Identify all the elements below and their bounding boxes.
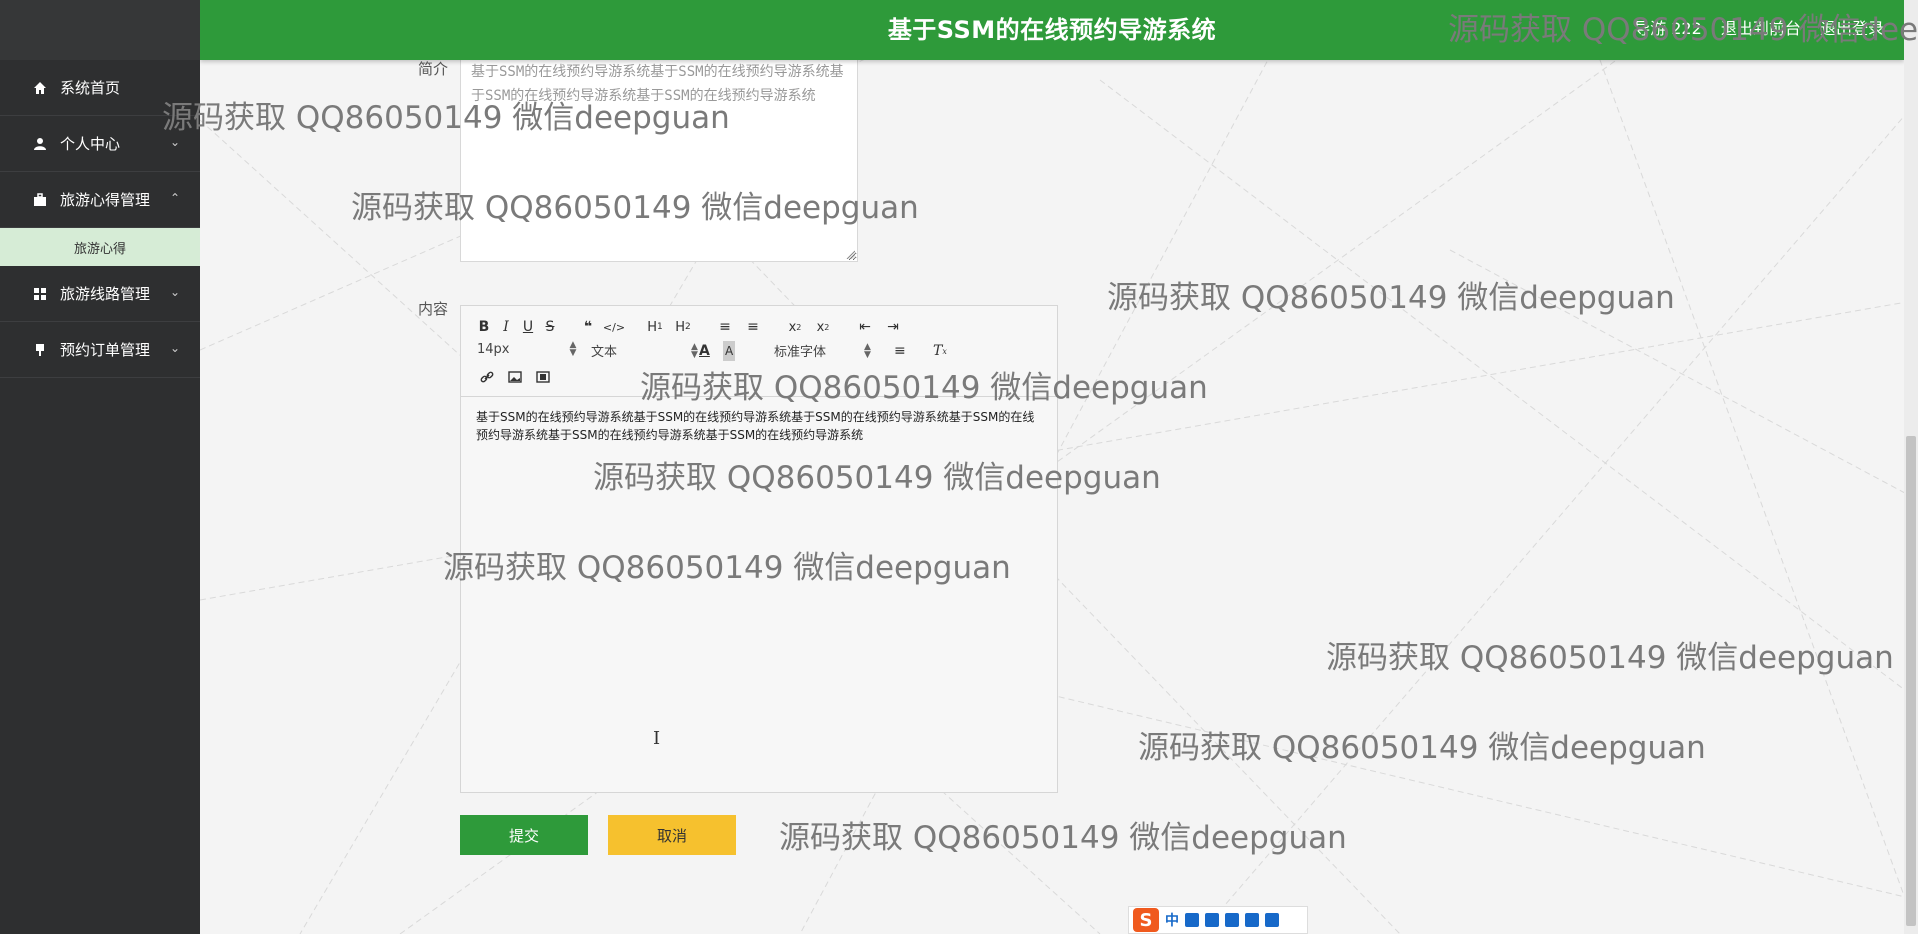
resize-grip-icon[interactable]: [845, 249, 855, 259]
sidebar: 系统首页 个人中心 ⌄ 旅游心得管理 ⌃ 旅游心得 旅游线路管理 ⌄ 预约订单管…: [0, 0, 200, 934]
current-user: 导游 222: [1634, 19, 1702, 38]
sidebar-top: [0, 0, 200, 60]
home-icon: [32, 80, 48, 96]
rich-text-editor: B I U S ❝ </> H1 H2 ≡ ≡ x2 x2 ⇤ ⇥ 14px ▲…: [460, 305, 1058, 793]
font-size-select[interactable]: 14px ▲ ▼: [477, 340, 577, 358]
toolbox-icon[interactable]: [1265, 913, 1279, 927]
editor-toolbar: B I U S ❝ </> H1 H2 ≡ ≡ x2 x2 ⇤ ⇥ 14px ▲…: [461, 306, 1057, 397]
cancel-button[interactable]: 取消: [608, 815, 736, 855]
chevron-up-icon: ⌃: [169, 191, 180, 205]
content-label: 内容: [418, 300, 449, 318]
chevron-down-icon: ⌄: [169, 341, 180, 355]
link-icon[interactable]: [473, 367, 501, 387]
select-arrows-icon: ▲ ▼: [691, 341, 698, 360]
italic-icon[interactable]: I: [495, 317, 517, 337]
ime-toolbar[interactable]: S 中: [1128, 906, 1308, 934]
font-family-value: 标准字体: [774, 345, 827, 360]
background-pattern: [200, 0, 1918, 934]
sidebar-item-routes[interactable]: 旅游线路管理 ⌄: [0, 266, 200, 322]
paragraph-value: 文本: [591, 345, 618, 360]
heading1-icon[interactable]: H1: [641, 317, 669, 337]
sidebar-item-orders[interactable]: 预约订单管理 ⌄: [0, 322, 200, 378]
sogou-logo-icon: S: [1133, 908, 1159, 932]
toolbar-row-3: [473, 366, 557, 388]
sidebar-item-label: 旅游心得管理: [60, 191, 151, 209]
font-family-select[interactable]: 标准字体 ▲ ▼: [774, 341, 871, 360]
header-actions: 导游 222 退出到前台 退出登录: [1620, 0, 1884, 58]
intro-textarea[interactable]: 基于SSM的在线预约导游系统基于SSM的在线预约导游系统基于SSM的在线预约导游…: [460, 60, 858, 262]
user-icon: [32, 136, 48, 152]
video-icon[interactable]: [529, 367, 557, 387]
sidebar-item-label: 旅游线路管理: [60, 285, 151, 303]
image-icon[interactable]: [501, 367, 529, 387]
back-to-frontend-link[interactable]: 退出到前台: [1721, 19, 1801, 38]
scrollbar-thumb[interactable]: [1906, 436, 1916, 926]
keyboard-icon[interactable]: [1225, 913, 1239, 927]
page-scrollbar[interactable]: [1904, 0, 1918, 934]
chevron-down-icon: ⌄: [169, 135, 180, 149]
indent-icon[interactable]: ⇥: [879, 317, 907, 337]
subscript-icon[interactable]: x2: [781, 317, 809, 337]
superscript-icon[interactable]: x2: [809, 317, 837, 337]
font-size-value: 14px: [477, 341, 510, 357]
sidebar-item-label: 预约订单管理: [60, 341, 151, 359]
logout-link[interactable]: 退出登录: [1820, 19, 1884, 38]
paragraph-select[interactable]: 文本 ▲ ▼: [591, 341, 698, 360]
clear-format-icon[interactable]: Tx: [933, 341, 947, 361]
heading2-icon[interactable]: H2: [669, 317, 697, 337]
punctuation-icon[interactable]: [1185, 913, 1199, 927]
underline-icon[interactable]: U: [517, 317, 539, 337]
ordered-list-icon[interactable]: ≡: [711, 317, 739, 337]
sidebar-item-label: 个人中心: [60, 135, 121, 153]
editor-content[interactable]: 基于SSM的在线预约导游系统基于SSM的在线预约导游系统基于SSM的在线预约导游…: [476, 408, 1045, 444]
strikethrough-icon[interactable]: S: [539, 317, 561, 337]
blockquote-icon[interactable]: ❝: [575, 317, 601, 337]
background-color-icon[interactable]: A: [723, 341, 736, 361]
select-arrows-icon: ▲ ▼: [864, 341, 871, 360]
sidebar-subitem-label: 旅游心得: [73, 241, 126, 257]
sidebar-item-personal[interactable]: 个人中心 ⌄: [0, 116, 200, 172]
intro-text: 基于SSM的在线预约导游系统基于SSM的在线预约导游系统基于SSM的在线预约导游…: [471, 64, 844, 104]
select-arrows-icon: ▲ ▼: [569, 340, 577, 358]
bullet-list-icon[interactable]: ≡: [739, 317, 767, 337]
chevron-down-icon: ⌄: [169, 285, 180, 299]
toolbar-row-1: B I U S ❝ </> H1 H2 ≡ ≡ x2 x2 ⇤ ⇥: [473, 316, 907, 338]
bold-icon[interactable]: B: [473, 317, 495, 337]
text-cursor-icon: I: [653, 728, 661, 749]
pin-icon: [32, 342, 48, 358]
sidebar-item-travel-notes[interactable]: 旅游心得管理 ⌃: [0, 172, 200, 228]
ime-language[interactable]: 中: [1165, 910, 1179, 930]
briefcase-icon: [32, 192, 48, 208]
align-icon[interactable]: ≡: [894, 341, 906, 361]
skin-icon[interactable]: [1245, 913, 1259, 927]
sidebar-subitem-travel-notes[interactable]: 旅游心得: [0, 228, 200, 266]
submit-button[interactable]: 提交: [460, 815, 588, 855]
top-header: 基于SSM的在线预约导游系统 导游 222 退出到前台 退出登录: [200, 0, 1904, 60]
intro-label: 简介: [418, 60, 449, 78]
sidebar-item-label: 系统首页: [60, 79, 121, 97]
grid-icon: [32, 286, 48, 302]
microphone-icon[interactable]: [1205, 913, 1219, 927]
outdent-icon[interactable]: ⇤: [851, 317, 879, 337]
code-block-icon[interactable]: </>: [601, 317, 627, 337]
sidebar-item-home[interactable]: 系统首页: [0, 60, 200, 116]
font-color-icon[interactable]: A: [699, 341, 710, 361]
